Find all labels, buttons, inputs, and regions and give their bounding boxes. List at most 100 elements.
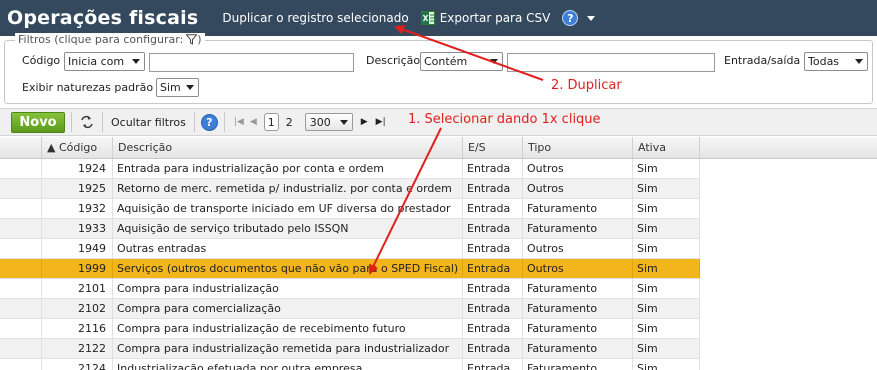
prev-page-icon[interactable]: ◀ bbox=[250, 117, 257, 127]
cell-codigo: 2124 bbox=[42, 359, 113, 370]
chevron-down-icon bbox=[855, 59, 863, 64]
cell-codigo: 1999 bbox=[42, 259, 113, 278]
column-header-ativa[interactable]: Ativa bbox=[633, 137, 700, 158]
codigo-label: Código bbox=[22, 54, 61, 67]
row-spacer bbox=[0, 319, 42, 338]
codigo-field[interactable] bbox=[149, 53, 354, 72]
cell-ativa: Sim bbox=[633, 239, 700, 258]
first-page-icon[interactable]: |◀ bbox=[234, 117, 244, 127]
per-page-select[interactable]: 300 bbox=[304, 113, 353, 131]
cell-tipo: Faturamento bbox=[523, 319, 633, 338]
last-page-icon[interactable]: ▶| bbox=[376, 117, 386, 127]
row-spacer bbox=[0, 239, 42, 258]
table-row[interactable]: 1924 Entrada para industrialização por co… bbox=[0, 159, 700, 179]
cell-descricao: Aquisição de transporte iniciado em UF d… bbox=[113, 199, 463, 218]
entrada-saida-value: Todas bbox=[808, 55, 840, 68]
cell-ativa: Sim bbox=[633, 299, 700, 318]
table-row[interactable]: 1933 Aquisição de serviço tributado pelo … bbox=[0, 219, 700, 239]
cell-es: Entrada bbox=[463, 199, 523, 218]
cell-descricao: Outras entradas bbox=[113, 239, 463, 258]
cell-tipo: Faturamento bbox=[523, 279, 633, 298]
chevron-down-icon bbox=[132, 59, 140, 64]
cell-es: Entrada bbox=[463, 239, 523, 258]
codigo-operator-value: Inicia com bbox=[68, 55, 125, 68]
annotation-step-1: 1. Selecionar dando 1x clique bbox=[408, 112, 601, 127]
cell-es: Entrada bbox=[463, 279, 523, 298]
cell-es: Entrada bbox=[463, 319, 523, 338]
table-row[interactable]: 1925 Retorno de merc. remetida p/ industr… bbox=[0, 179, 700, 199]
table-row[interactable]: 1999 Serviços (outros documentos que não … bbox=[0, 259, 700, 279]
descricao-label: Descrição bbox=[366, 54, 421, 67]
novo-button[interactable]: Novo bbox=[11, 111, 65, 133]
naturezas-select[interactable]: Sim bbox=[156, 78, 199, 97]
cell-ativa: Sim bbox=[633, 199, 700, 218]
codigo-operator-select[interactable]: Inicia com bbox=[64, 52, 145, 71]
table-row[interactable]: 2102 Compra para comercialização Entrada Fa… bbox=[0, 299, 700, 319]
annotation-step-2: 2. Duplicar bbox=[551, 78, 622, 93]
toolbar-divider bbox=[193, 112, 195, 132]
filters-legend-text: Filtros (clique para configurar: bbox=[18, 33, 184, 46]
chevron-down-icon bbox=[490, 59, 498, 64]
cell-es: Entrada bbox=[463, 219, 523, 238]
table-row[interactable]: 2101 Compra para industrialização Entrada F… bbox=[0, 279, 700, 299]
cell-es: Entrada bbox=[463, 179, 523, 198]
export-csv-button[interactable]: Exportar para CSV bbox=[420, 11, 551, 25]
table-row[interactable]: 2116 Compra para industrialização de rece… bbox=[0, 319, 700, 339]
grid-header-filler bbox=[700, 137, 877, 159]
column-header-descricao[interactable]: Descrição bbox=[113, 137, 463, 158]
row-spacer bbox=[0, 199, 42, 218]
duplicate-button[interactable]: Duplicar o registro selecionado bbox=[222, 11, 408, 25]
cell-descricao: Entrada para industrialização por conta … bbox=[113, 159, 463, 178]
cell-codigo: 1925 bbox=[42, 179, 113, 198]
cell-codigo: 2122 bbox=[42, 339, 113, 358]
cell-tipo: Outros bbox=[523, 159, 633, 178]
cell-ativa: Sim bbox=[633, 179, 700, 198]
cell-ativa: Sim bbox=[633, 159, 700, 178]
row-spacer bbox=[0, 259, 42, 278]
row-spacer bbox=[0, 339, 42, 358]
refresh-icon[interactable] bbox=[78, 113, 96, 131]
cell-descricao: Retorno de merc. remetida p/ industriali… bbox=[113, 179, 463, 198]
naturezas-value: Sim bbox=[160, 81, 181, 94]
table-row[interactable]: 1949 Outras entradas Entrada Outros Sim bbox=[0, 239, 700, 259]
cell-descricao: Compra para comercialização bbox=[113, 299, 463, 318]
row-spacer bbox=[0, 299, 42, 318]
next-page-icon[interactable]: ▶ bbox=[361, 117, 368, 127]
table-header: ▲ Código Descrição E/S Tipo Ativa bbox=[0, 137, 700, 159]
cell-es: Entrada bbox=[463, 339, 523, 358]
operations-table: ▲ Código Descrição E/S Tipo Ativa 1924 En… bbox=[0, 137, 700, 370]
column-header-es[interactable]: E/S bbox=[463, 137, 523, 158]
page-link-2[interactable]: 2 bbox=[286, 116, 293, 129]
chevron-down-icon[interactable] bbox=[587, 15, 596, 21]
descricao-field[interactable] bbox=[507, 53, 715, 72]
help-icon[interactable]: ? bbox=[562, 10, 579, 26]
filters-legend[interactable]: Filtros (clique para configurar: ) bbox=[15, 33, 205, 46]
per-page-value: 300 bbox=[309, 115, 331, 129]
cell-codigo: 1932 bbox=[42, 199, 113, 218]
export-csv-label: Exportar para CSV bbox=[439, 11, 551, 25]
help-icon[interactable]: ? bbox=[200, 113, 218, 131]
cell-tipo: Faturamento bbox=[523, 219, 633, 238]
cell-tipo: Faturamento bbox=[523, 299, 633, 318]
chevron-down-icon bbox=[186, 85, 194, 90]
toolbar-divider bbox=[223, 112, 225, 132]
hide-filters-button[interactable]: Ocultar filtros bbox=[109, 116, 188, 129]
descricao-operator-select[interactable]: Contém bbox=[420, 52, 503, 71]
table-row[interactable]: 2124 Industrialização efetuada por outra … bbox=[0, 359, 700, 370]
column-header-codigo[interactable]: ▲ Código bbox=[42, 137, 113, 158]
table-row[interactable]: 2122 Compra para industrialização remetid… bbox=[0, 339, 700, 359]
page-title: Operações fiscais bbox=[7, 7, 199, 29]
entrada-saida-select[interactable]: Todas bbox=[804, 52, 868, 71]
descricao-operator-value: Contém bbox=[424, 55, 468, 68]
column-header-tipo[interactable]: Tipo bbox=[523, 137, 633, 158]
cell-tipo: Outros bbox=[523, 259, 633, 278]
table-row[interactable]: 1932 Aquisição de transporte iniciado em … bbox=[0, 199, 700, 219]
excel-icon bbox=[420, 11, 435, 25]
app-header: Operações fiscais Duplicar o registro se… bbox=[0, 0, 877, 36]
row-spacer bbox=[0, 179, 42, 198]
current-page[interactable]: 1 bbox=[263, 113, 279, 131]
filters-legend-close: ) bbox=[197, 33, 202, 46]
row-spacer bbox=[0, 159, 42, 178]
toolbar-divider bbox=[71, 112, 72, 132]
cell-tipo: Faturamento bbox=[523, 199, 633, 218]
